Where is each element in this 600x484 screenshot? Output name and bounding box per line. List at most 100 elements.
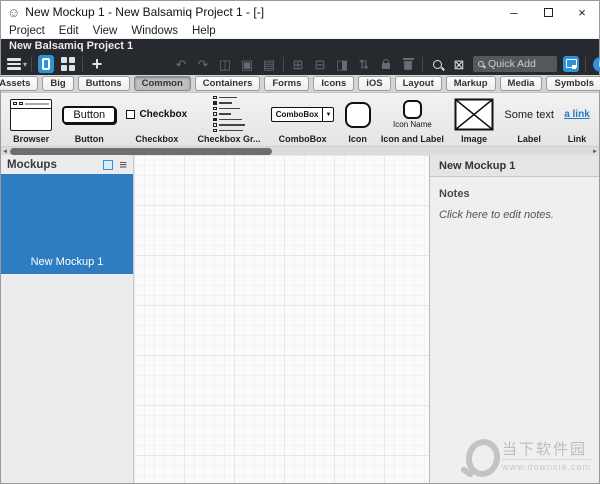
palette-item-link[interactable]: a link Link [564,97,590,144]
quick-add-box [473,56,557,72]
zoom-fit-icon: ⊠ [453,56,465,72]
palette-item-label: ComboBox [278,134,327,144]
application-menu-button[interactable]: ▾ [7,55,28,73]
undo-button[interactable]: ↶ [173,55,189,73]
link-preview-text: a link [564,109,590,120]
menu-project[interactable]: Project [9,25,45,37]
ui-library-icon [563,56,579,72]
tab-markup[interactable]: Markup [445,76,496,91]
mockups-header: Mockups ≡ [1,155,133,174]
palette-item-combobox[interactable]: ComboBox ▼ ComboBox [270,97,335,144]
chevron-down-icon: ▾ [23,59,28,69]
clipboard-icon: ▤ [262,56,276,72]
project-name: New Balsamiq Project 1 [9,40,134,52]
copy-button[interactable]: ◫ [217,55,233,73]
scrollbar-thumb[interactable] [10,148,272,155]
palette-item-label: Image [461,134,488,144]
main-toolbar: New Balsamiq Project 1 ▾ + ↶ ↷ ◫ ▣ ▤ ⊞ ⊟… [1,39,600,75]
palette-item-label[interactable]: Some text Label [504,97,554,145]
menu-windows[interactable]: Windows [131,25,178,37]
checkbox-preview-text: Checkbox [139,109,188,120]
tab-buttons[interactable]: Buttons [77,76,130,91]
magnifier-icon [432,59,442,69]
group-button[interactable]: ⊞ [290,55,306,73]
menu-edit[interactable]: Edit [59,25,79,37]
scroll-left-arrow[interactable]: ◄ [1,147,9,156]
tab-layout[interactable]: Layout [394,76,442,91]
checkbox-group-icon [213,95,245,132]
align-button[interactable]: ⇅ [356,55,372,73]
component-palette: Browser Button Button Checkbox Checkbox [1,93,599,146]
tab-symbols[interactable]: Symbols [546,76,600,91]
zoom-to-fit-button[interactable]: ⊠ [451,55,467,73]
palette-item-icon[interactable]: Icon [344,97,371,144]
category-tabrow: All Assets Big Buttons Common Containers… [0,75,600,93]
tab-media[interactable]: Media [499,76,543,91]
trash-icon [402,58,414,70]
scroll-right-arrow[interactable]: ► [591,147,599,156]
combobox-preview-text: ComboBox [270,107,324,122]
divider [585,56,586,72]
notes-edit-area[interactable]: Click here to edit notes. [430,200,599,221]
mockups-sidebar: Mockups ≡ New Mockup 1 [1,155,134,483]
window-title: New Mockup 1 - New Balsamiq Project 1 - … [25,5,265,19]
hamburger-icon [7,58,21,70]
mockup-canvas[interactable] [134,155,429,483]
inspector-toggle-button[interactable]: i [592,55,600,73]
menubar: Project Edit View Windows Help [1,23,599,39]
zoom-button[interactable] [429,55,445,73]
palette-item-button[interactable]: Button Button [62,97,117,144]
maximize-button[interactable] [531,1,565,23]
tab-common[interactable]: Common [133,76,191,91]
tab-assets[interactable]: Assets [0,76,39,91]
lock-icon [382,59,390,69]
thumbnail-view-icon[interactable] [103,159,114,170]
inspector-title: New Mockup 1 [439,159,516,172]
quick-add-input[interactable] [488,58,552,70]
divider [31,56,32,72]
palette-item-checkbox-group[interactable]: Checkbox Gr... [197,95,261,144]
lock-button[interactable] [378,55,394,73]
palette-item-icon-and-label[interactable]: Icon Name Icon and Label [381,97,444,144]
ungroup-button[interactable]: ⊟ [312,55,328,73]
palette-item-browser[interactable]: Browser [10,97,53,144]
titlebar: ☺ New Mockup 1 - New Balsamiq Project 1 … [1,1,599,23]
menu-view[interactable]: View [93,25,118,37]
label-preview-text: Some text [504,108,554,121]
ui-library-toggle-button[interactable] [563,55,579,73]
palette-item-checkbox[interactable]: Checkbox Checkbox [126,97,187,144]
search-icon [478,61,484,67]
close-button[interactable]: × [565,1,599,23]
mockup-thumbnail-selected[interactable]: New Mockup 1 [1,174,133,274]
sidebar-menu-icon[interactable]: ≡ [119,158,127,171]
grid-view-button[interactable] [60,55,76,73]
duplicate-icon: ▣ [240,56,254,72]
duplicate-button[interactable]: ▣ [239,55,255,73]
grid-view-icon [61,57,75,71]
single-view-icon [38,55,54,73]
tab-icons[interactable]: Icons [313,76,355,91]
mockups-title: Mockups [7,158,57,171]
palette-scrollbar[interactable]: ◄ ► [1,146,599,155]
delete-button[interactable] [400,55,416,73]
redo-button[interactable]: ↷ [195,55,211,73]
paste-button[interactable]: ▤ [261,55,277,73]
layers-icon: ◨ [335,56,349,72]
divider [283,56,284,72]
tab-forms[interactable]: Forms [264,76,310,91]
copy-icon: ◫ [218,56,232,72]
new-mockup-button[interactable]: + [89,55,105,73]
tab-big[interactable]: Big [42,76,74,91]
palette-item-image[interactable]: Image [454,97,494,144]
palette-item-label: Icon and Label [380,134,444,144]
tab-containers[interactable]: Containers [194,76,261,91]
layer-order-button[interactable]: ◨ [334,55,350,73]
tab-ios[interactable]: iOS [358,76,391,91]
palette-item-label: Button [74,134,104,144]
divider [82,56,83,72]
menu-help[interactable]: Help [192,25,216,37]
minimize-button[interactable]: – [497,1,531,23]
palette-item-label: Icon [348,134,367,144]
mockup-thumbnail-label: New Mockup 1 [30,256,104,268]
single-mockup-view-button[interactable] [38,55,54,73]
